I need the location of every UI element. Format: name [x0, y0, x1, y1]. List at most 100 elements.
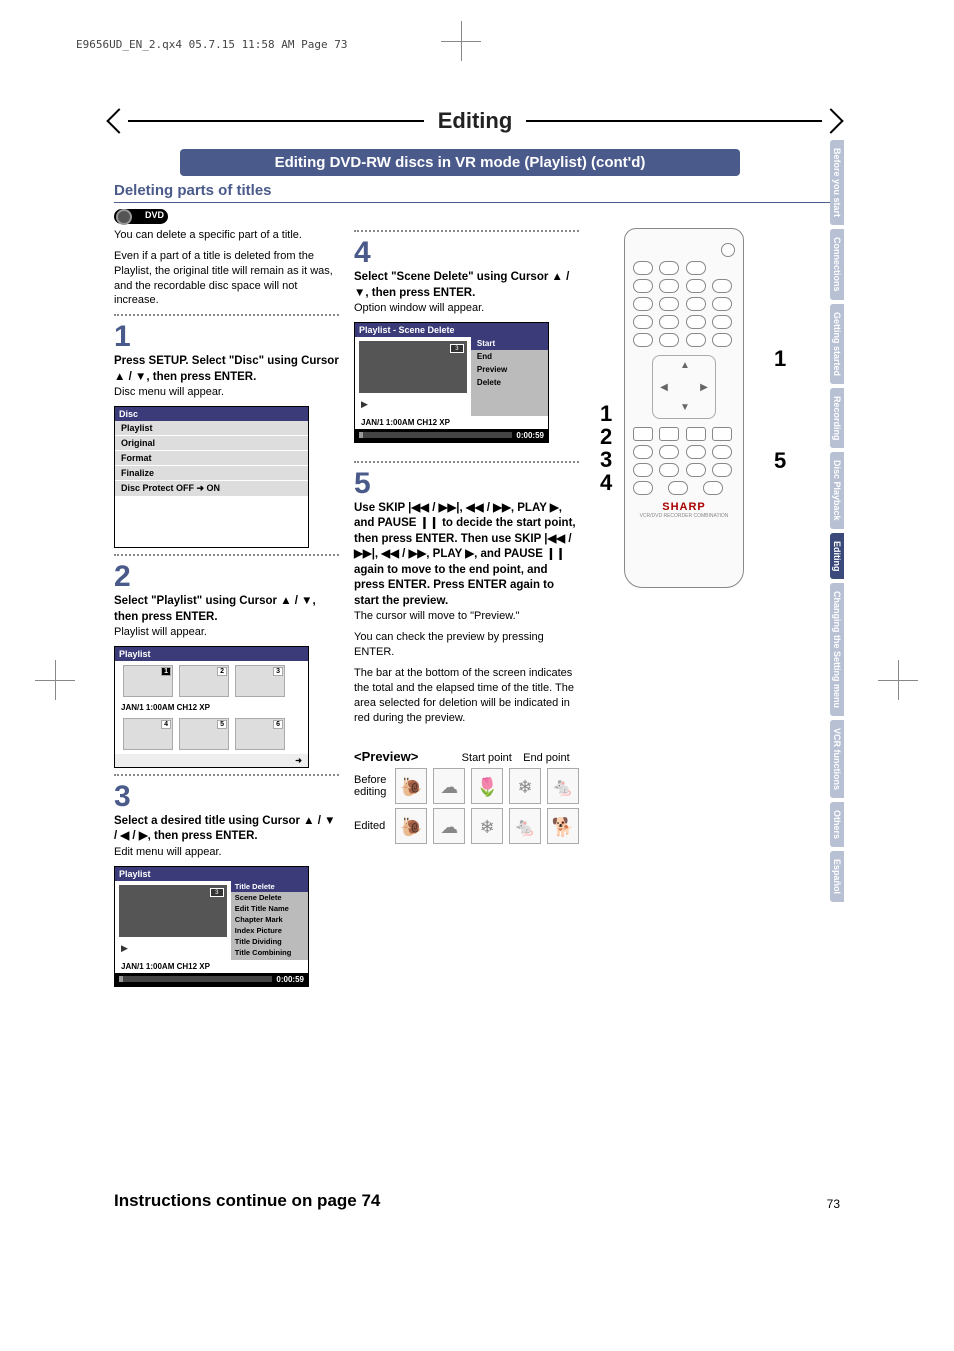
osd-menu-item: Chapter Mark — [231, 914, 308, 925]
osd-playlist-menu: Playlist 1 2 3 JAN/1 1:00AM CH12 XP 4 5 … — [114, 646, 309, 768]
preview-label: <Preview> — [354, 749, 418, 764]
remote-button — [659, 463, 679, 477]
step-number: 1 — [114, 322, 339, 352]
remote-button — [633, 463, 653, 477]
remote-control-diagram: ▲ ▼ ◀ ▶ SHARP VCR/DVD RECORDER COMBINATI… — [624, 228, 754, 588]
preview-area: 3 — [359, 341, 467, 393]
remote-button — [633, 445, 653, 459]
osd-menu-item: Edit Title Name — [231, 903, 308, 914]
column-left: You can delete a specific part of a titl… — [114, 228, 339, 987]
film-frame: ☁ — [433, 768, 465, 804]
section-underline — [114, 202, 834, 203]
osd-menu-item: Finalize — [115, 466, 308, 481]
remote-button — [659, 445, 679, 459]
callout-right: 1 — [774, 346, 786, 372]
crop-mark-icon — [441, 21, 481, 61]
remote-button — [633, 315, 653, 329]
remote-button — [659, 333, 679, 347]
crop-mark-icon — [878, 660, 918, 700]
crop-mark-icon — [35, 660, 75, 700]
playlist-thumbnail: 3 — [235, 665, 285, 697]
side-tab: Connections — [830, 229, 844, 300]
step-number: 4 — [354, 238, 579, 268]
side-tabs: Before you start Connections Getting sta… — [830, 140, 846, 906]
playlist-thumbnail: 4 — [123, 718, 173, 750]
side-tab: Recording — [830, 388, 844, 449]
progress-time: 0:00:59 — [516, 431, 544, 440]
step-instruction: Select a desired title using Cursor ▲ / … — [114, 814, 339, 845]
step-note: Option window will appear. — [354, 301, 579, 316]
dvd-rw-vr-icon — [114, 209, 168, 224]
remote-button — [712, 297, 732, 311]
step-number: 5 — [354, 469, 579, 499]
side-tab: Getting started — [830, 304, 844, 384]
film-frame: 🐌 — [395, 768, 427, 804]
remote-button — [633, 297, 653, 311]
osd-menu-item: Title Delete — [231, 881, 308, 892]
film-frame: 🐁 — [509, 808, 541, 844]
osd-menu-item: Scene Delete — [231, 892, 308, 903]
remote-button — [633, 333, 653, 347]
osd-title: Playlist - Scene Delete — [359, 325, 455, 335]
osd-status: JAN/1 1:00AM CH12 XP — [115, 701, 308, 714]
remote-button — [686, 445, 706, 459]
playlist-thumbnail: 5 — [179, 718, 229, 750]
page-footer: Instructions continue on page 74 73 — [114, 1191, 840, 1211]
title-line — [128, 120, 424, 122]
arrow-right-icon — [818, 108, 843, 133]
playlist-thumbnail: 2 — [179, 665, 229, 697]
arrow-down-icon: ▼ — [678, 402, 692, 414]
remote-button — [686, 463, 706, 477]
side-tab-active: Editing — [830, 533, 844, 580]
separator-dotted — [354, 461, 579, 463]
page-title-row: Editing — [110, 108, 840, 134]
arrow-right-icon: ➜ — [295, 756, 302, 765]
step-note: The bar at the bottom of the screen indi… — [354, 666, 579, 725]
remote-button — [712, 315, 732, 329]
progress-bar — [119, 976, 272, 982]
before-label: Before editing — [354, 774, 389, 798]
remote-model: VCR/DVD RECORDER COMBINATION — [633, 513, 735, 519]
osd-scene-delete: Playlist - Scene Delete 3 ▶ Start End Pr… — [354, 322, 549, 443]
film-frame: ☁ — [433, 808, 465, 844]
remote-button — [633, 261, 653, 275]
osd-title: Playlist — [119, 649, 151, 659]
arrow-right-icon: ▶ — [697, 382, 711, 394]
osd-menu-item: Title Dividing — [231, 936, 308, 947]
film-frame: 🐁 — [547, 768, 579, 804]
progress-time: 0:00:59 — [276, 975, 304, 984]
side-tab: VCR functions — [830, 720, 844, 798]
step-instruction: Select "Playlist" using Cursor ▲ / ▼, th… — [114, 594, 339, 625]
preview-area: 3 — [119, 885, 227, 937]
osd-disc-menu: Disc Playlist Original Format Finalize D… — [114, 406, 309, 548]
remote-button — [712, 333, 732, 347]
step-note: The cursor will move to "Preview." — [354, 609, 579, 624]
remote-button — [686, 279, 706, 293]
step-note: Edit menu will appear. — [114, 845, 339, 860]
section-heading: Deleting parts of titles — [114, 182, 272, 199]
title-line — [526, 120, 822, 122]
preview-diagram: <Preview> Start point End point Before e… — [354, 749, 579, 844]
arrow-left-icon — [106, 108, 131, 133]
osd-menu-item: Start — [471, 337, 548, 350]
column-right: 4 Select "Scene Delete" using Cursor ▲ /… — [354, 224, 579, 844]
remote-dpad: ▲ ▼ ◀ ▶ — [652, 355, 716, 419]
film-frame: 🌷 — [471, 768, 503, 804]
remote-button — [686, 297, 706, 311]
side-tab: Others — [830, 802, 844, 847]
remote-button — [668, 481, 688, 495]
osd-menu-item: Disc Protect OFF ➜ ON — [115, 481, 308, 497]
page-title: Editing — [424, 108, 527, 134]
film-frame: 🐕 — [547, 808, 579, 844]
remote-button — [633, 481, 653, 495]
side-tab: Before you start — [830, 140, 844, 225]
intro-text: You can delete a specific part of a titl… — [114, 228, 339, 243]
separator-dotted — [114, 554, 339, 556]
remote-button — [703, 481, 723, 495]
osd-title: Disc — [119, 409, 138, 419]
osd-status: JAN/1 1:00AM CH12 XP — [115, 960, 308, 973]
remote-button — [686, 315, 706, 329]
play-icon: ▶ — [359, 397, 467, 412]
step-note: You can check the preview by pressing EN… — [354, 630, 579, 660]
film-frame: ❄ — [471, 808, 503, 844]
